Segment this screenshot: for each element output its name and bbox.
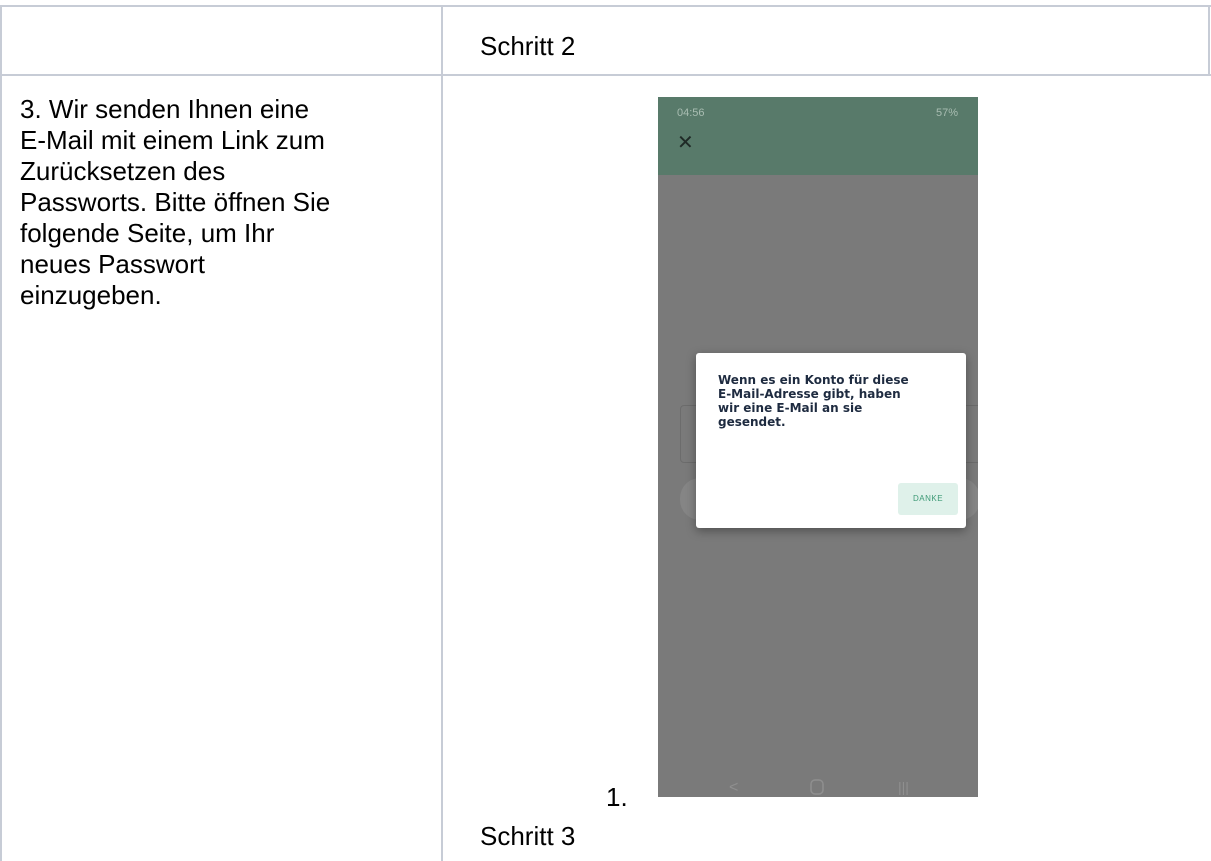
table-border-right — [1208, 5, 1210, 75]
dialog-message-line: E-Mail-Adresse gibt, haben — [718, 387, 901, 401]
table-column-divider — [441, 5, 443, 861]
danke-button[interactable]: DANKE — [898, 483, 958, 515]
step-3-heading: Schritt 3 — [480, 821, 576, 851]
confirmation-dialog: Wenn es ein Konto für diese E-Mail-Adres… — [696, 353, 966, 528]
phone-nav-bar: < ||| — [658, 779, 978, 861]
description-line: 3. Wir senden Ihnen eine — [20, 94, 310, 124]
status-time: 04:56 — [677, 107, 705, 119]
dialog-message-line: wir eine E-Mail an sie — [718, 401, 863, 415]
dialog-message: Wenn es ein Konto für diese E-Mail-Adres… — [718, 373, 953, 429]
description-line: Zurücksetzen des — [20, 156, 226, 186]
dialog-message-line: gesendet. — [718, 415, 786, 429]
step-3-description: 3. Wir senden Ihnen eine E-Mail mit eine… — [20, 94, 430, 311]
description-line: E-Mail mit einem Link zum — [20, 125, 325, 155]
back-icon[interactable]: < — [729, 779, 738, 797]
phone-screenshot: 04:56 57% ✕ Wenn es ein Konto für diese … — [658, 97, 978, 797]
step-2-heading: Schritt 2 — [480, 31, 576, 61]
close-icon[interactable]: ✕ — [677, 133, 694, 153]
list-marker: 1. — [606, 782, 628, 812]
recents-icon[interactable]: ||| — [898, 779, 909, 795]
app-bar: 04:56 57% ✕ — [658, 97, 978, 175]
table-border-top — [0, 5, 1211, 7]
description-line: einzugeben. — [20, 280, 162, 310]
table-row-divider — [0, 74, 1211, 76]
dialog-message-line: Wenn es ein Konto für diese — [718, 373, 909, 387]
table-border-left — [0, 5, 2, 861]
home-icon[interactable] — [810, 779, 824, 800]
description-line: neues Passwort — [20, 249, 205, 279]
status-icons: 57% — [935, 107, 958, 119]
description-line: Passworts. Bitte öffnen Sie — [20, 187, 331, 217]
description-line: folgende Seite, um Ihr — [20, 218, 275, 248]
